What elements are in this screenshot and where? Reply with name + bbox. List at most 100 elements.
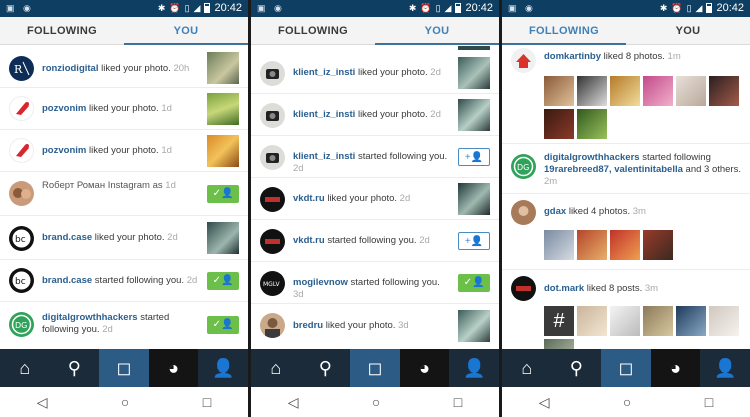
- home-icon[interactable]: ⌂: [502, 349, 552, 387]
- home-icon[interactable]: ⌂: [0, 349, 50, 387]
- username-link[interactable]: brand.case: [42, 275, 92, 286]
- search-icon[interactable]: ⚲: [50, 349, 100, 387]
- username-link[interactable]: klient_iz_insti: [293, 109, 355, 120]
- avatar[interactable]: [9, 181, 34, 206]
- photo-thumbnail[interactable]: [709, 306, 739, 336]
- list-item[interactable]: bc brand.case started following you. 2d …: [0, 260, 248, 302]
- photo-thumbnail[interactable]: [676, 306, 706, 336]
- photo-thumbnail[interactable]: [577, 230, 607, 260]
- photo-thumbnail[interactable]: [207, 93, 239, 125]
- username-link[interactable]: digitalgrowthhackers: [544, 152, 640, 163]
- username-link[interactable]: bredru: [293, 320, 323, 331]
- list-item[interactable]: Roберт Роман Instagram as 1d ✓👤: [0, 172, 248, 216]
- list-item[interactable]: bredru liked your photo. 3d: [251, 304, 499, 349]
- avatar[interactable]: [260, 229, 285, 254]
- username-link[interactable]: pozvonim: [42, 103, 86, 114]
- tab-you[interactable]: YOU: [375, 17, 499, 45]
- avatar[interactable]: [9, 96, 34, 121]
- activity-icon[interactable]: ◕: [148, 349, 199, 387]
- username-link[interactable]: mogilevnow: [293, 277, 348, 288]
- list-item[interactable]: klient_iz_insti liked your photo. 2d: [251, 94, 499, 136]
- camera-icon[interactable]: ◻: [350, 349, 400, 387]
- username-link[interactable]: vkdt.ru: [293, 235, 325, 246]
- photo-thumbnail[interactable]: [577, 306, 607, 336]
- avatar[interactable]: [511, 276, 536, 301]
- avatar[interactable]: [260, 145, 285, 170]
- list-item[interactable]: pozvonim liked your photo. 1d: [0, 88, 248, 130]
- avatar[interactable]: R: [9, 56, 34, 81]
- home-circle-icon[interactable]: ○: [372, 394, 380, 410]
- recents-icon[interactable]: □: [454, 394, 462, 410]
- username-link[interactable]: ronziodigital: [42, 63, 98, 74]
- back-icon[interactable]: ◁: [288, 394, 299, 411]
- avatar[interactable]: DG: [9, 312, 34, 337]
- photo-thumbnail[interactable]: [676, 76, 706, 106]
- photo-thumbnail[interactable]: [207, 135, 239, 167]
- username-link[interactable]: digitalgrowthhackers: [42, 312, 138, 323]
- username-link[interactable]: brand.case: [42, 232, 92, 243]
- follow-button[interactable]: +👤: [458, 232, 490, 250]
- tab-following[interactable]: FOLLOWING: [502, 17, 626, 45]
- list-item[interactable]: gdax liked 4 photos. 3m: [502, 194, 750, 270]
- list-item[interactable]: MGLV mogilevnow started following you. 3…: [251, 262, 499, 304]
- photo-thumbnail[interactable]: [207, 52, 239, 84]
- recents-icon[interactable]: □: [705, 394, 713, 410]
- search-icon[interactable]: ⚲: [301, 349, 351, 387]
- activity-feed[interactable]: klient_iz_insti liked your photo. 2d kli…: [251, 46, 499, 349]
- username-link[interactable]: klient_iz_insti: [293, 151, 355, 162]
- photo-thumbnail[interactable]: [610, 76, 640, 106]
- avatar[interactable]: DG: [511, 154, 536, 179]
- photo-thumbnail[interactable]: [643, 230, 673, 260]
- avatar[interactable]: MGLV: [260, 271, 285, 296]
- photo-thumbnail[interactable]: [458, 183, 490, 215]
- profile-icon[interactable]: 👤: [700, 349, 750, 387]
- activity-icon[interactable]: ◕: [399, 349, 450, 387]
- photo-thumbnail[interactable]: [544, 230, 574, 260]
- list-item[interactable]: vkdt.ru liked your photo. 2d: [251, 178, 499, 220]
- activity-feed[interactable]: domkartinby liked 8 photos. 1m DG digita…: [502, 46, 750, 349]
- photo-thumbnail[interactable]: [458, 310, 490, 342]
- photo-thumbnail[interactable]: [544, 339, 574, 349]
- list-item[interactable]: R ronziodigital liked your photo. 20h: [0, 48, 248, 88]
- back-icon[interactable]: ◁: [539, 394, 550, 411]
- tab-following[interactable]: FOLLOWING: [0, 17, 124, 45]
- avatar[interactable]: bc: [9, 268, 34, 293]
- following-button[interactable]: ✓👤: [207, 316, 239, 334]
- photo-thumbnail[interactable]: [458, 99, 490, 131]
- photo-thumbnail[interactable]: [544, 109, 574, 139]
- username-link[interactable]: gdax: [544, 206, 566, 217]
- mentioned-users[interactable]: 19rarebreed87, valentinitabella: [544, 164, 683, 175]
- username-link[interactable]: pozvonim: [42, 145, 86, 156]
- camera-icon[interactable]: ◻: [99, 349, 149, 387]
- list-item[interactable]: domkartinby liked 8 photos. 1m: [502, 46, 750, 144]
- photo-thumbnail[interactable]: [207, 222, 239, 254]
- photo-thumbnail[interactable]: [610, 306, 640, 336]
- photo-thumbnail[interactable]: #: [544, 306, 574, 336]
- follow-back-button[interactable]: ✓👤: [207, 185, 239, 203]
- activity-icon[interactable]: ◕: [650, 349, 701, 387]
- username-link[interactable]: dot.mark: [544, 283, 584, 294]
- username-link[interactable]: vkdt.ru: [293, 193, 325, 204]
- list-item[interactable]: pozvonim liked your photo. 1d: [0, 130, 248, 172]
- back-icon[interactable]: ◁: [37, 394, 48, 411]
- following-button[interactable]: ✓👤: [458, 274, 490, 292]
- list-item[interactable]: klient_iz_insti started following you. 2…: [251, 136, 499, 178]
- avatar[interactable]: [260, 61, 285, 86]
- home-icon[interactable]: ⌂: [251, 349, 301, 387]
- photo-thumbnail[interactable]: [643, 76, 673, 106]
- list-item[interactable]: klient_iz_insti liked your photo. 2d: [251, 52, 499, 94]
- activity-feed[interactable]: R ronziodigital liked your photo. 20h po…: [0, 46, 248, 349]
- photo-thumbnail[interactable]: [709, 76, 739, 106]
- tab-you[interactable]: YOU: [626, 17, 750, 45]
- search-icon[interactable]: ⚲: [552, 349, 602, 387]
- photo-thumbnail[interactable]: [577, 109, 607, 139]
- avatar[interactable]: bc: [9, 226, 34, 251]
- list-item[interactable]: DG digitalgrowthhackers started followin…: [502, 144, 750, 194]
- photo-thumbnail[interactable]: [458, 57, 490, 89]
- list-item[interactable]: DG digitalgrowthhackers started followin…: [0, 302, 248, 349]
- following-button[interactable]: ✓👤: [207, 272, 239, 290]
- list-item[interactable]: dot.mark liked 8 posts. 3m #: [502, 270, 750, 349]
- avatar[interactable]: [260, 187, 285, 212]
- profile-icon[interactable]: 👤: [198, 349, 248, 387]
- username-link[interactable]: klient_iz_insti: [293, 67, 355, 78]
